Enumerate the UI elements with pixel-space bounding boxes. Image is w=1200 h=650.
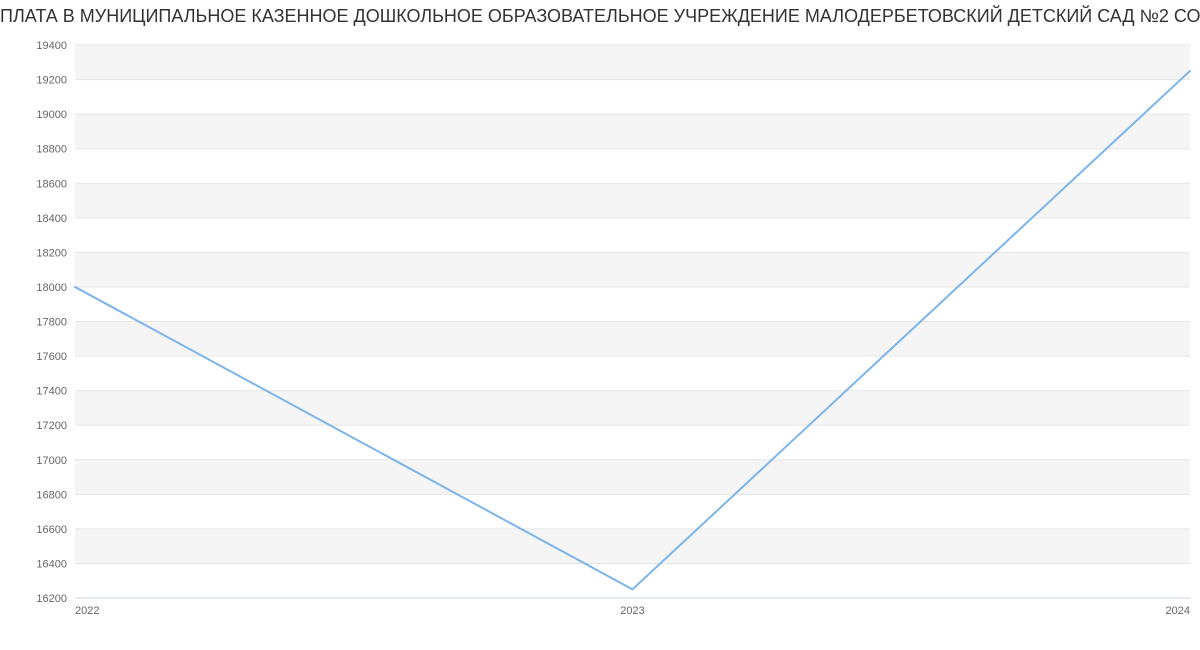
- y-tick-label: 19200: [36, 75, 67, 87]
- y-tick-label: 18800: [36, 144, 67, 156]
- y-tick-label: 17800: [36, 317, 67, 329]
- y-tick-label: 18200: [36, 247, 67, 259]
- y-tick-label: 18000: [36, 282, 67, 294]
- grid-band: [75, 183, 1190, 218]
- grid-band: [75, 391, 1190, 426]
- grid-band: [75, 322, 1190, 357]
- y-tick-label: 17400: [36, 386, 67, 398]
- y-tick-label: 19000: [36, 109, 67, 121]
- grid-band: [75, 114, 1190, 149]
- y-tick-label: 17000: [36, 455, 67, 467]
- grid-band: [75, 460, 1190, 495]
- y-tick-label: 16800: [36, 489, 67, 501]
- y-tick-label: 17200: [36, 420, 67, 432]
- y-tick-label: 17600: [36, 351, 67, 363]
- y-tick-label: 16200: [36, 593, 67, 605]
- grid-band: [75, 252, 1190, 287]
- x-tick-label: 2023: [620, 605, 644, 617]
- y-tick-label: 18600: [36, 178, 67, 190]
- y-tick-label: 18400: [36, 213, 67, 225]
- chart-container: ПЛАТА В МУНИЦИПАЛЬНОЕ КАЗЕННОЕ ДОШКОЛЬНО…: [0, 0, 1200, 650]
- x-tick-label: 2024: [1166, 605, 1190, 617]
- y-tick-label: 16600: [36, 524, 67, 536]
- chart-svg: 16200 16400 16600 16800 17000 17200 17400 17600…: [0, 0, 1200, 650]
- x-tick-label: 2022: [75, 605, 99, 617]
- y-tick-label: 19400: [36, 40, 67, 52]
- y-tick-label: 16400: [36, 558, 67, 570]
- grid-band: [75, 529, 1190, 564]
- grid-band: [75, 45, 1190, 80]
